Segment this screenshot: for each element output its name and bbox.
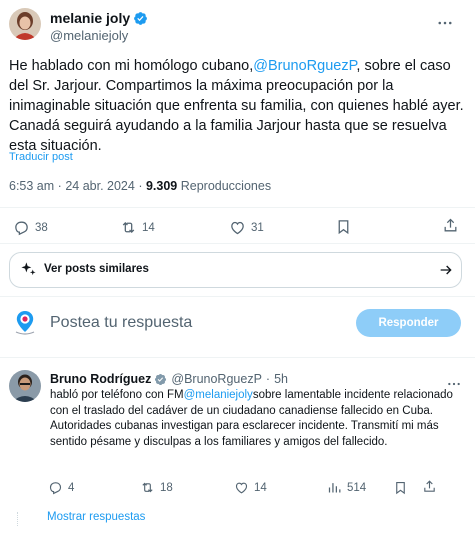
- author-avatar[interactable]: [9, 8, 41, 40]
- reply-icon: [48, 480, 68, 495]
- reply-action[interactable]: 4: [48, 480, 74, 495]
- post-meta: 6:53 am · 24 abr. 2024 · 9.309 Reproducc…: [9, 179, 271, 193]
- reply-time[interactable]: 5h: [274, 372, 288, 386]
- show-replies-link[interactable]: Mostrar respuestas: [47, 511, 145, 523]
- mention-link[interactable]: @BrunoRguezP: [253, 58, 356, 74]
- share-icon: [422, 479, 442, 494]
- divider: [0, 296, 475, 297]
- reply-count: 4: [68, 481, 75, 494]
- views-label: Reproducciones: [180, 179, 272, 193]
- reply-header: Bruno Rodríguez @BrunoRguezP · 5h: [50, 372, 288, 386]
- like-action[interactable]: 14: [234, 480, 267, 495]
- like-icon: [234, 480, 254, 495]
- meta-separator: ·: [57, 179, 62, 193]
- share-action[interactable]: [422, 479, 442, 494]
- translate-link[interactable]: Traducir post: [9, 151, 73, 163]
- bookmark-action[interactable]: [393, 480, 413, 495]
- bookmark-icon: [393, 480, 413, 495]
- like-icon: [229, 219, 251, 236]
- repost-action[interactable]: 14: [120, 219, 155, 236]
- bookmark-action[interactable]: [335, 218, 357, 235]
- reply-text-before: habló por teléfono con FM: [50, 389, 184, 401]
- thread-line: [17, 512, 18, 526]
- similar-posts-label[interactable]: Ver posts similares: [44, 263, 149, 275]
- divider: [0, 357, 475, 358]
- divider: [0, 243, 475, 244]
- post-time[interactable]: 6:53 am: [9, 179, 54, 193]
- verified-badge-icon: [133, 11, 148, 26]
- reply-count: 38: [35, 221, 48, 234]
- author-name-row[interactable]: melanie joly: [50, 10, 148, 26]
- sparkle-icon: [20, 261, 37, 278]
- reply-separator: ·: [265, 372, 271, 386]
- views-action[interactable]: 514: [327, 480, 366, 495]
- verified-badge-icon: [154, 373, 167, 386]
- repost-count: 14: [142, 221, 155, 234]
- meta-separator: ·: [138, 179, 143, 193]
- post-text-before: He hablado con mi homólogo cubano,: [9, 58, 254, 74]
- like-count: 14: [254, 481, 267, 494]
- more-icon[interactable]: [436, 14, 454, 32]
- bookmark-icon: [335, 218, 357, 235]
- post-date[interactable]: 24 abr. 2024: [65, 179, 135, 193]
- arrow-right-icon[interactable]: [438, 262, 454, 278]
- post-text: He hablado con mi homólogo cubano,@Bruno…: [9, 56, 469, 156]
- divider: [0, 207, 475, 208]
- reply-input[interactable]: Postea tu respuesta: [50, 314, 192, 332]
- views-icon: [327, 480, 347, 495]
- share-action[interactable]: [442, 217, 464, 234]
- reply-text: habló por teléfono con FM@melaniejolysob…: [50, 388, 465, 450]
- repost-action[interactable]: 18: [140, 480, 173, 495]
- reply-button[interactable]: Responder: [356, 309, 461, 337]
- current-user-avatar[interactable]: [11, 308, 39, 336]
- views-count: 9.309: [145, 179, 178, 193]
- reply-author-avatar[interactable]: [9, 370, 41, 402]
- repost-count: 18: [160, 481, 173, 494]
- like-action[interactable]: 31: [229, 219, 264, 236]
- share-icon: [442, 217, 464, 234]
- like-count: 31: [251, 221, 264, 234]
- author-handle[interactable]: @melaniejoly: [50, 28, 128, 43]
- mention-link[interactable]: @melaniejoly: [184, 389, 253, 401]
- views-count: 514: [347, 481, 367, 494]
- reply-author-name[interactable]: Bruno Rodríguez: [50, 372, 151, 386]
- repost-icon: [120, 219, 142, 236]
- reply-icon: [13, 219, 35, 236]
- author-name[interactable]: melanie joly: [50, 10, 130, 26]
- repost-icon: [140, 480, 160, 495]
- reply-author-handle[interactable]: @BrunoRguezP: [171, 372, 262, 386]
- reply-action[interactable]: 38: [13, 219, 48, 236]
